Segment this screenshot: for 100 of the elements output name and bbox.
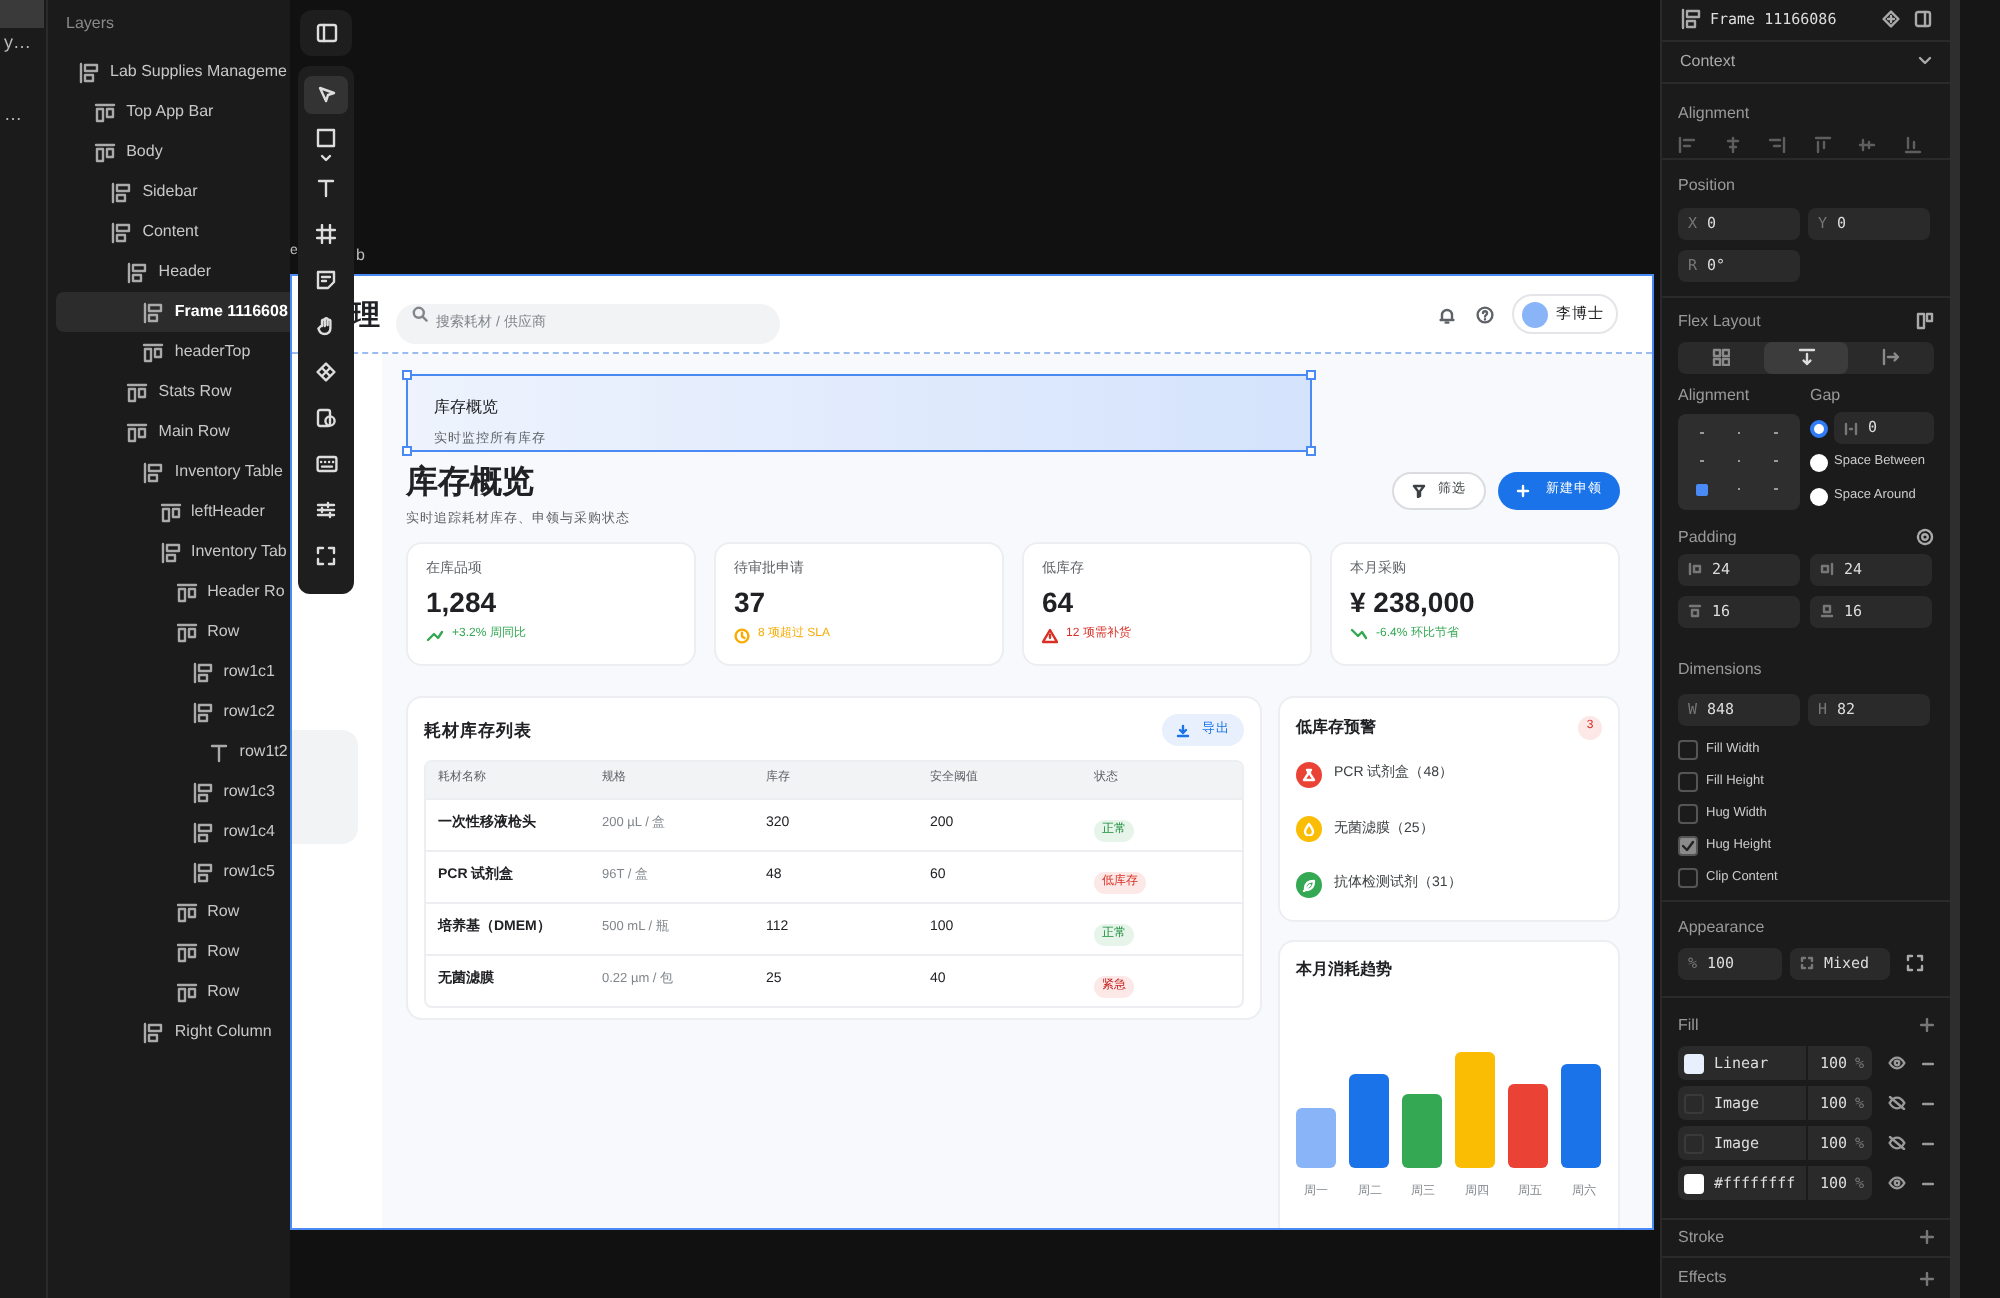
layer-item[interactable]: row1c2 — [56, 692, 290, 732]
keyboard-icon — [315, 454, 337, 474]
note-icon — [316, 270, 336, 290]
visibility-toggle[interactable] — [1888, 1176, 1906, 1191]
row-frame-icon — [126, 381, 149, 403]
layer-item[interactable]: Row — [56, 892, 290, 932]
resize-handle[interactable] — [402, 445, 412, 456]
visibility-toggle[interactable] — [1888, 1136, 1906, 1151]
layer-item[interactable]: Right Column — [56, 1012, 290, 1052]
layer-item[interactable]: Row — [56, 972, 290, 1012]
color-swatch[interactable] — [1684, 1173, 1704, 1194]
sidebar-toggle-button[interactable] — [300, 10, 352, 56]
checkbox[interactable] — [1678, 867, 1698, 888]
layer-item[interactable]: headerTop — [56, 332, 290, 372]
layer-item[interactable]: row1c3 — [56, 772, 290, 812]
radio-button[interactable] — [1810, 453, 1828, 472]
panel-icon — [315, 22, 337, 44]
layer-item[interactable]: Header Ro — [56, 572, 290, 612]
rectangle-icon — [316, 127, 336, 147]
checkbox[interactable] — [1678, 835, 1698, 856]
padding-top-icon — [1688, 604, 1702, 619]
layer-item[interactable]: Row — [56, 612, 290, 652]
row-frame-icon — [175, 621, 198, 643]
layer-item[interactable]: Main Row — [56, 412, 290, 452]
checkbox[interactable] — [1678, 803, 1698, 824]
gap-icon — [1844, 421, 1858, 436]
layer-item[interactable]: row1c4 — [56, 812, 290, 852]
padding-right-icon — [1820, 562, 1834, 577]
checkbox[interactable] — [1678, 771, 1698, 792]
checkbox[interactable] — [1678, 739, 1698, 760]
layer-item[interactable]: Content — [56, 212, 290, 252]
padding-bottom-icon — [1820, 604, 1834, 619]
align-middle-icon — [1858, 135, 1877, 154]
context-dropdown[interactable]: Context — [1680, 49, 1736, 74]
section-title: Appearance — [1678, 915, 1767, 940]
panel-icon — [1914, 10, 1932, 29]
select-tool[interactable] — [304, 76, 348, 114]
stat-value: 1,284 — [426, 584, 499, 620]
frame-title: 库存概览 — [434, 396, 500, 420]
section-title: Dimensions — [1678, 659, 1762, 678]
component-icon — [1882, 10, 1900, 29]
app-title: 理 — [352, 295, 380, 333]
tab-background — [0, 0, 44, 28]
radio-button[interactable] — [1810, 419, 1828, 438]
resize-handle[interactable] — [402, 370, 412, 380]
layer-item[interactable]: row1t2 — [56, 732, 290, 772]
row-frame-icon — [175, 941, 198, 963]
layer-item[interactable]: Row — [56, 932, 290, 972]
eye-off-icon — [1888, 1096, 1906, 1111]
section-title: Fill — [1678, 1013, 1699, 1038]
leaf-icon — [1302, 877, 1316, 892]
layer-item[interactable]: Body — [56, 132, 290, 172]
trend-down-icon — [1350, 628, 1368, 642]
stat-value: 37 — [734, 584, 768, 620]
layer-item[interactable]: Frame 1116608 — [56, 292, 290, 332]
drop-icon — [1302, 822, 1316, 837]
layer-item[interactable]: leftHeader — [56, 492, 290, 532]
color-swatch[interactable] — [1684, 1053, 1704, 1074]
layer-item[interactable]: Inventory Tab — [56, 532, 290, 572]
web-frame[interactable] — [290, 274, 1654, 1230]
layer-item[interactable]: Stats Row — [56, 372, 290, 412]
section-title: Position — [1678, 173, 1737, 198]
plus-icon — [1516, 483, 1530, 497]
layer-item[interactable]: Lab Supplies Manageme — [56, 52, 290, 92]
layout-icon — [1916, 312, 1934, 331]
chevron-down-icon — [320, 154, 332, 162]
arrow-down-icon — [1797, 348, 1815, 367]
direction-option[interactable] — [1763, 341, 1849, 374]
resize-handle[interactable] — [1306, 445, 1316, 456]
align-top-icon — [1813, 135, 1832, 154]
section-title: Effects — [1678, 1266, 1727, 1291]
visibility-toggle[interactable] — [1888, 1096, 1906, 1111]
check-icon — [1680, 837, 1696, 854]
row-frame-icon — [94, 101, 117, 123]
layer-item[interactable]: Top App Bar — [56, 92, 290, 132]
stat-value: 64 — [1042, 584, 1076, 620]
layer-item[interactable]: Inventory Table — [56, 452, 290, 492]
section-title: Flex Layout — [1678, 309, 1761, 334]
section-title: Alignment — [1678, 101, 1752, 126]
stat-value: ¥ 238,000 — [1350, 584, 1477, 620]
radio-button[interactable] — [1810, 487, 1828, 506]
row-frame-icon — [126, 421, 149, 443]
layer-item[interactable]: Header — [56, 252, 290, 292]
padding-left-icon — [1688, 562, 1702, 577]
row-frame-icon — [175, 901, 198, 923]
row-frame-icon — [159, 501, 181, 523]
layer-item[interactable]: Sidebar — [56, 172, 290, 212]
corner-icon — [1800, 956, 1814, 971]
grid-icon — [1711, 348, 1730, 367]
resize-handle[interactable] — [1306, 370, 1316, 380]
layer-item[interactable]: row1c1 — [56, 652, 290, 692]
expand-icon — [316, 546, 336, 566]
settings-icon — [1916, 528, 1934, 547]
clock-icon — [734, 627, 750, 643]
visibility-toggle[interactable] — [1888, 1056, 1906, 1071]
section-title: Padding — [1678, 525, 1737, 550]
chevron-down-icon — [1918, 56, 1932, 67]
layer-item[interactable]: row1c5 — [56, 852, 290, 892]
align-bottom-icon — [1903, 135, 1922, 154]
section-title: Stroke — [1678, 1225, 1725, 1250]
